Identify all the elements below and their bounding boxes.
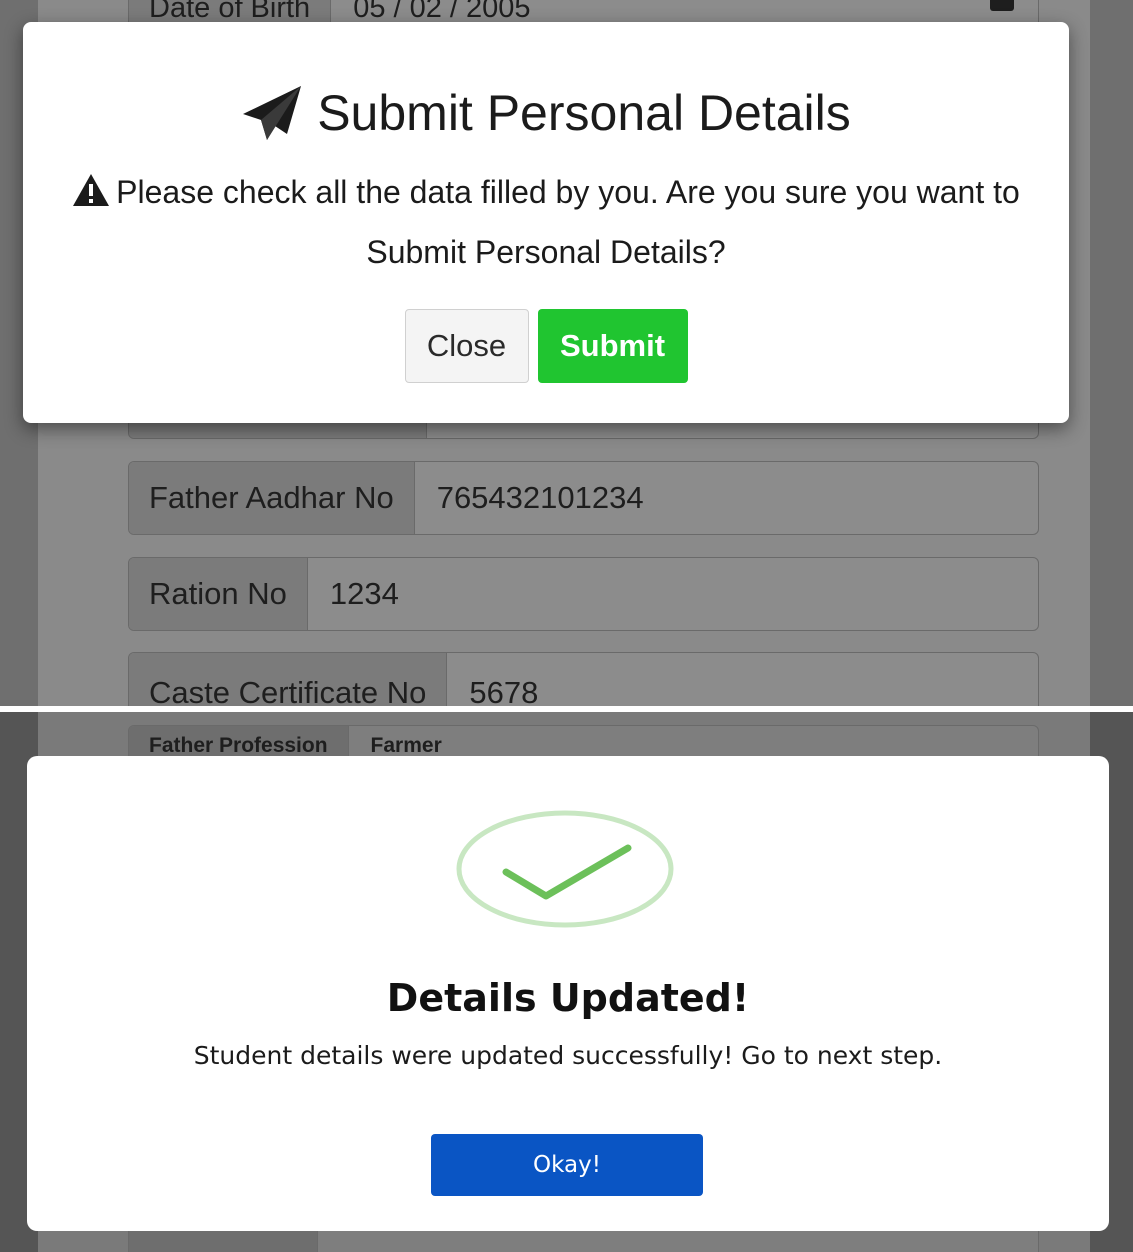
ration-input[interactable]: 1234 bbox=[308, 558, 1038, 630]
modal-title-text: Submit Personal Details bbox=[317, 85, 851, 141]
caste-group: Caste Certificate No 5678 bbox=[128, 652, 1039, 706]
father-aadhar-label: Father Aadhar No bbox=[129, 462, 415, 534]
warning-icon bbox=[73, 174, 110, 206]
paper-plane-icon bbox=[243, 86, 302, 140]
ration-label: Ration No bbox=[129, 558, 308, 630]
caste-input[interactable]: 5678 bbox=[447, 653, 1038, 706]
caste-label: Caste Certificate No bbox=[129, 653, 448, 706]
modal-message: Please check all the data filled by you.… bbox=[53, 162, 1039, 282]
modal-actions: Close Submit bbox=[23, 309, 1069, 383]
close-button[interactable]: Close bbox=[404, 309, 529, 383]
confirm-screenshot: Date of Birth 05 / 02 / 2005 Father Aadh… bbox=[0, 0, 1133, 706]
success-check-icon bbox=[456, 810, 674, 928]
modal-title: Submit Personal Details bbox=[23, 84, 1069, 142]
ration-group: Ration No 1234 bbox=[128, 557, 1039, 631]
success-modal: Details Updated! Student details were up… bbox=[27, 756, 1109, 1231]
success-message: Student details were updated successfull… bbox=[193, 1041, 943, 1070]
success-title: Details Updated! bbox=[386, 976, 750, 1020]
confirm-submit-modal: Submit Personal Details Please check all… bbox=[23, 22, 1069, 423]
success-screenshot: Father Profession Farmer Details Updated… bbox=[0, 712, 1133, 1252]
modal-message-text: Please check all the data filled by you.… bbox=[116, 174, 1020, 270]
okay-button[interactable]: Okay! bbox=[431, 1134, 703, 1196]
submit-button[interactable]: Submit bbox=[537, 309, 688, 383]
calendar-icon[interactable] bbox=[986, 0, 1018, 15]
father-aadhar-input[interactable]: 765432101234 bbox=[415, 462, 1038, 534]
father-aadhar-group: Father Aadhar No 765432101234 bbox=[128, 461, 1039, 535]
